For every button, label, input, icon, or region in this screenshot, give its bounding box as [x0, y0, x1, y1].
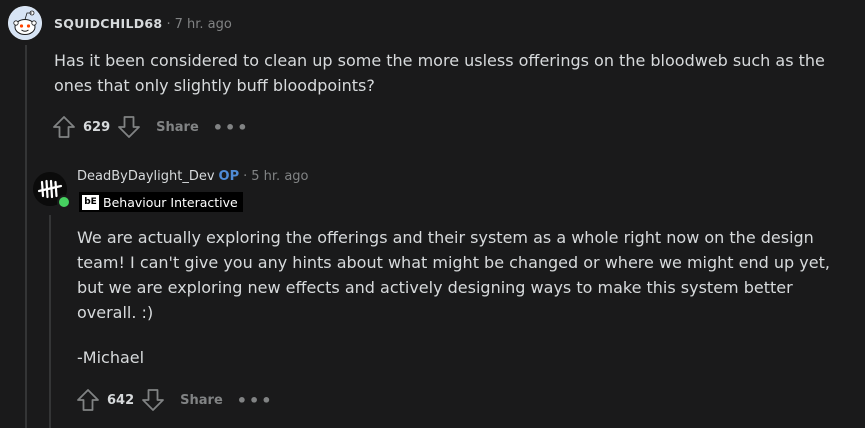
user-flair: bE Behaviour Interactive [79, 192, 243, 212]
downvote-arrow-icon[interactable] [140, 387, 166, 413]
comment1-body: Has it been considered to clean up some … [54, 51, 825, 95]
comment2-body: We are actually exploring the offerings … [77, 225, 857, 370]
flair-text: Behaviour Interactive [103, 194, 238, 210]
reddit-snoo-avatar-icon[interactable] [8, 6, 42, 40]
comment1-share-button[interactable]: Share [156, 120, 199, 135]
downvote-arrow-icon[interactable] [116, 114, 142, 140]
comment1-score: 629 [83, 119, 111, 135]
comment2-score: 642 [107, 392, 135, 408]
comment1-username[interactable]: SQUIDCHILD68 [54, 16, 162, 31]
meta-separator: · [243, 169, 248, 184]
comment1-actions: 629 Share ••• [51, 114, 249, 140]
thread-line-comment2[interactable] [49, 215, 51, 428]
meta-separator: · [166, 17, 171, 32]
thread-line-comment1[interactable] [25, 45, 27, 428]
comment2-username[interactable]: DeadByDaylight_Dev [77, 169, 215, 184]
comment1-more-options-button[interactable]: ••• [213, 118, 250, 137]
comment2-timestamp[interactable]: 5 hr. ago [251, 169, 308, 184]
comment2-meta: DeadByDaylight_Dev OP · 5 hr. ago [77, 169, 309, 184]
upvote-arrow-icon[interactable] [51, 114, 77, 140]
behaviour-logo-icon: bE [82, 194, 99, 210]
comment2-signature: -Michael [77, 348, 145, 367]
comment2-more-options-button[interactable]: ••• [237, 391, 274, 410]
comment1-meta: SQUIDCHILD68 · 7 hr. ago [54, 16, 232, 32]
online-status-indicator [57, 195, 71, 209]
comment1-timestamp[interactable]: 7 hr. ago [175, 17, 232, 32]
op-badge: OP [218, 169, 240, 184]
comment2-actions: 642 Share ••• [75, 387, 273, 413]
comment2-paragraph: We are actually exploring the offerings … [77, 228, 830, 322]
upvote-arrow-icon[interactable] [75, 387, 101, 413]
comment2-share-button[interactable]: Share [180, 393, 223, 408]
